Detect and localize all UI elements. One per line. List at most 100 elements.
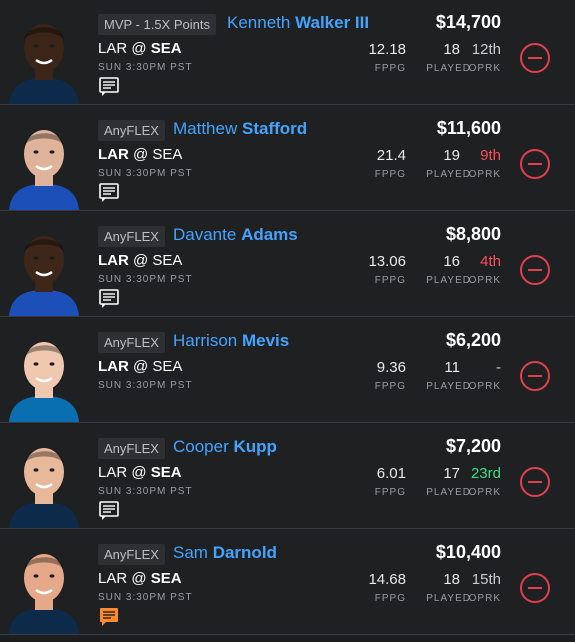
fppg-value: 13.06 <box>368 253 406 270</box>
player-last-name: Darnold <box>212 543 277 562</box>
note-icon[interactable] <box>99 607 119 627</box>
player-first-name: Matthew <box>173 119 238 138</box>
played-label: PLAYED <box>426 381 471 392</box>
player-first-name: Harrison <box>173 331 238 350</box>
oprk-value: - <box>496 359 501 376</box>
oprk-label: OPRK <box>468 593 501 604</box>
remove-player-button[interactable] <box>520 467 550 497</box>
oprk-label: OPRK <box>468 63 501 74</box>
game-matchup: LAR @ SEA <box>98 358 182 375</box>
played-label: PLAYED <box>426 63 471 74</box>
roster-slot-badge: MVP - 1.5X Points <box>98 14 216 35</box>
player-salary: $7,200 <box>445 436 501 456</box>
player-name[interactable]: Matthew Stafford <box>173 119 307 139</box>
played-label: PLAYED <box>426 487 471 498</box>
player-photo <box>1 106 87 210</box>
fppg-value: 9.36 <box>376 359 406 376</box>
player-row[interactable]: AnyFLEX Cooper Kupp $7,200 LAR @ SEA SUN 3:3… <box>0 424 575 529</box>
player-name[interactable]: Cooper Kupp <box>173 437 277 457</box>
player-first-name: Sam <box>173 543 208 562</box>
player-name[interactable]: Harrison Mevis <box>173 331 289 351</box>
played-value: 18 <box>443 571 460 588</box>
home-team: SEA <box>150 464 182 481</box>
oprk-label: OPRK <box>468 381 501 392</box>
fppg-label: FPPG <box>374 63 406 74</box>
note-icon[interactable] <box>99 289 119 309</box>
roster-slot-badge: AnyFLEX <box>98 120 165 141</box>
player-last-name: Walker III <box>295 13 370 32</box>
played-value: 11 <box>444 359 460 376</box>
player-row[interactable]: MVP - 1.5X Points Kenneth Walker III $14,7… <box>0 0 575 105</box>
oprk-value: 15th <box>471 571 501 588</box>
player-photo <box>1 424 87 528</box>
player-row[interactable]: AnyFLEX Davante Adams $8,800 LAR @ SEA SUN 3… <box>0 212 575 317</box>
player-photo <box>1 318 87 422</box>
oprk-label: OPRK <box>468 275 501 286</box>
fppg-value: 6.01 <box>376 465 406 482</box>
remove-player-button[interactable] <box>520 149 550 179</box>
at-symbol: @ <box>133 252 149 269</box>
player-first-name: Kenneth <box>227 13 291 32</box>
roster-slot-badge: AnyFLEX <box>98 544 165 565</box>
fppg-value: 21.4 <box>376 147 406 164</box>
home-team: SEA <box>150 40 182 57</box>
fppg-value: 12.18 <box>368 41 406 58</box>
note-icon[interactable] <box>99 183 119 203</box>
player-row[interactable]: AnyFLEX Matthew Stafford $11,600 LAR @ SEA S… <box>0 106 575 211</box>
at-symbol: @ <box>131 40 147 57</box>
played-label: PLAYED <box>426 169 471 180</box>
remove-player-button[interactable] <box>520 43 550 73</box>
away-team: LAR <box>98 358 129 375</box>
oprk-value: 4th <box>480 253 501 270</box>
fppg-label: FPPG <box>374 487 406 498</box>
at-symbol: @ <box>133 146 149 163</box>
game-matchup: LAR @ SEA <box>98 146 182 163</box>
remove-player-button[interactable] <box>520 255 550 285</box>
game-matchup: LAR @ SEA <box>98 570 182 587</box>
oprk-value: 12th <box>471 41 501 58</box>
remove-player-button[interactable] <box>520 573 550 603</box>
note-icon[interactable] <box>99 77 119 97</box>
player-first-name: Cooper <box>173 437 229 456</box>
oprk-value: 9th <box>480 147 501 164</box>
game-matchup: LAR @ SEA <box>98 252 182 269</box>
roster-slot-badge: AnyFLEX <box>98 332 165 353</box>
fppg-label: FPPG <box>374 169 406 180</box>
home-team: SEA <box>152 252 183 269</box>
roster-slot-badge: AnyFLEX <box>98 438 165 459</box>
home-team: SEA <box>152 146 183 163</box>
player-name[interactable]: Kenneth Walker III <box>227 13 369 33</box>
played-label: PLAYED <box>426 275 471 286</box>
fppg-value: 14.68 <box>368 571 406 588</box>
player-salary: $11,600 <box>436 118 501 138</box>
game-time: SUN 3:30PM PST <box>98 62 193 73</box>
game-matchup: LAR @ SEA <box>98 40 182 57</box>
player-last-name: Kupp <box>233 437 277 456</box>
home-team: SEA <box>150 570 182 587</box>
played-value: 18 <box>443 41 460 58</box>
player-last-name: Adams <box>241 225 298 244</box>
home-team: SEA <box>152 358 183 375</box>
player-row[interactable]: AnyFLEX Sam Darnold $10,400 LAR @ SEA SUN 3:… <box>0 530 575 635</box>
player-row[interactable]: AnyFLEX Harrison Mevis $6,200 LAR @ SEA SUN … <box>0 318 575 423</box>
remove-player-button[interactable] <box>520 361 550 391</box>
note-icon[interactable] <box>99 501 119 521</box>
oprk-label: OPRK <box>468 487 501 498</box>
lineup-player-list: MVP - 1.5X Points Kenneth Walker III $14,7… <box>0 0 575 642</box>
game-time: SUN 3:30PM PST <box>98 380 193 391</box>
player-last-name: Stafford <box>241 119 308 138</box>
player-salary: $10,400 <box>435 542 501 562</box>
oprk-value: 23rd <box>470 465 501 482</box>
player-salary: $8,800 <box>445 224 501 244</box>
player-last-name: Mevis <box>241 331 290 350</box>
player-name[interactable]: Sam Darnold <box>173 543 277 563</box>
played-label: PLAYED <box>426 593 471 604</box>
player-first-name: Davante <box>173 225 237 244</box>
player-photo <box>1 0 87 104</box>
player-name[interactable]: Davante Adams <box>173 225 298 245</box>
away-team: LAR <box>98 464 128 481</box>
game-time: SUN 3:30PM PST <box>98 486 193 497</box>
player-photo <box>1 212 87 316</box>
game-time: SUN 3:30PM PST <box>98 274 193 285</box>
played-value: 17 <box>443 465 460 482</box>
